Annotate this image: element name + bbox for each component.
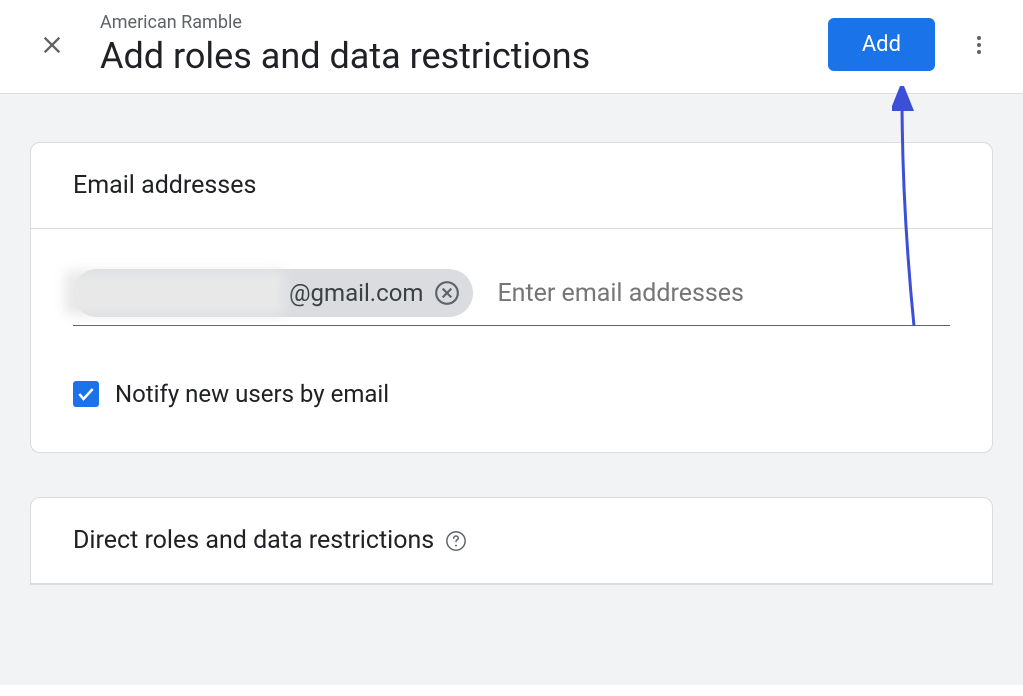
roles-header-text: Direct roles and data restrictions bbox=[73, 526, 434, 555]
email-card-header: Email addresses bbox=[31, 143, 992, 229]
close-button[interactable] bbox=[28, 21, 76, 69]
more-menu-button[interactable] bbox=[959, 25, 999, 65]
notify-checkbox-label: Notify new users by email bbox=[115, 380, 389, 408]
email-input[interactable] bbox=[497, 279, 950, 308]
notify-checkbox[interactable] bbox=[73, 381, 99, 407]
email-chip[interactable]: @gmail.com bbox=[73, 269, 473, 317]
email-addresses-card: Email addresses @gmail.com Notify new us… bbox=[30, 142, 993, 453]
chip-redacted-name bbox=[65, 271, 285, 315]
notify-checkbox-row: Notify new users by email bbox=[73, 380, 950, 408]
checkmark-icon bbox=[76, 384, 96, 404]
close-icon bbox=[38, 31, 66, 59]
email-card-body: @gmail.com Notify new users by email bbox=[31, 229, 992, 452]
breadcrumb: American Ramble bbox=[100, 12, 828, 33]
email-input-row[interactable]: @gmail.com bbox=[73, 269, 950, 326]
page-title: Add roles and data restrictions bbox=[100, 35, 828, 77]
body-content: Email addresses @gmail.com Notify new us… bbox=[0, 94, 1023, 685]
help-icon[interactable] bbox=[444, 529, 468, 553]
more-vert-icon bbox=[967, 33, 991, 57]
chip-domain-text: @gmail.com bbox=[289, 279, 423, 307]
add-button[interactable]: Add bbox=[828, 18, 935, 71]
chip-remove-button[interactable] bbox=[433, 279, 461, 307]
roles-card-header: Direct roles and data restrictions bbox=[31, 498, 992, 584]
header-text-block: American Ramble Add roles and data restr… bbox=[100, 12, 828, 77]
dialog-header: American Ramble Add roles and data restr… bbox=[0, 0, 1023, 94]
question-circle-icon bbox=[445, 530, 467, 552]
cancel-circle-icon bbox=[434, 280, 460, 306]
roles-card: Direct roles and data restrictions bbox=[30, 497, 993, 585]
